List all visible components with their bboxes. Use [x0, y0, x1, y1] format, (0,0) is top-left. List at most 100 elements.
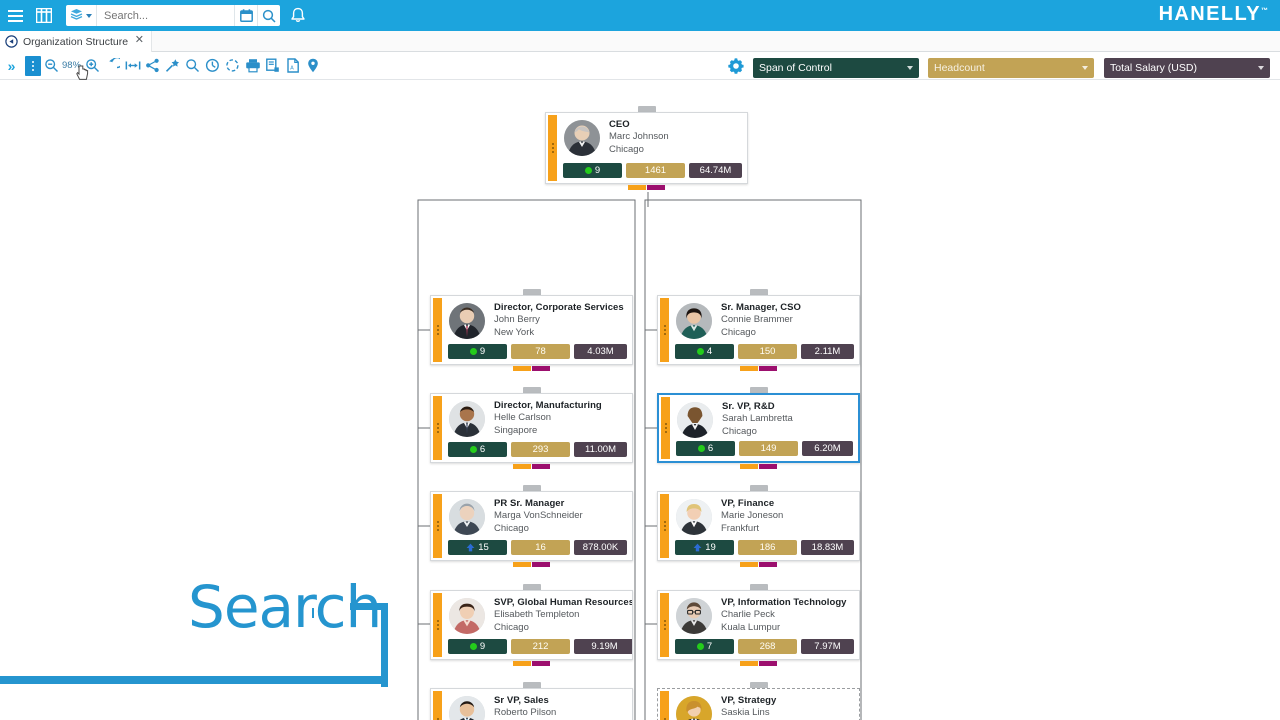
accent-magenta-bar — [647, 185, 665, 190]
metric-total-salary[interactable]: 878.00K — [574, 540, 627, 555]
metric-headcount[interactable]: 212 — [511, 639, 570, 654]
metric-headcount[interactable]: 78 — [511, 344, 570, 359]
node-drag-handle[interactable] — [433, 494, 442, 558]
org-node-root[interactable]: CEO Marc Johnson Chicago 9 1461 64.74M — [545, 106, 748, 190]
metric-headcount[interactable]: 186 — [738, 540, 797, 555]
org-node-right-0[interactable]: Sr. Manager, CSO Connie Brammer Chicago … — [657, 289, 860, 371]
org-node-right-4[interactable]: VP, Strategy Saskia Lins Chicago - 1 150… — [657, 682, 860, 720]
filter-span-of-control[interactable]: Span of Control — [753, 58, 919, 78]
org-chart-canvas[interactable]: CEO Marc Johnson Chicago 9 1461 64.74M D… — [0, 80, 1280, 720]
org-node-left-0[interactable]: Director, Corporate Services John Berry … — [430, 289, 633, 371]
search-scope-selector[interactable] — [66, 5, 96, 26]
clock-history-icon[interactable] — [203, 56, 222, 76]
metric-headcount[interactable]: 16 — [511, 540, 570, 555]
kebab-menu-icon[interactable] — [25, 55, 41, 76]
search-input[interactable] — [96, 5, 234, 26]
share-icon[interactable] — [143, 56, 162, 76]
panel-layout-icon[interactable] — [30, 0, 58, 31]
org-node-right-3[interactable]: VP, Information Technology Charlie Peck … — [657, 584, 860, 666]
search-magnifier-icon[interactable] — [183, 56, 202, 76]
metric-headcount[interactable]: 293 — [511, 442, 570, 457]
metric-span-of-control[interactable]: 9 — [563, 163, 622, 178]
magic-wand-icon[interactable] — [163, 56, 182, 76]
metric-total-salary[interactable]: 6.20M — [802, 441, 853, 456]
search-icon[interactable] — [257, 5, 280, 26]
metric-total-salary[interactable]: 64.74M — [689, 163, 742, 178]
zoom-in-icon[interactable] — [83, 56, 102, 76]
metric-headcount[interactable]: 149 — [739, 441, 798, 456]
node-text-block: VP, Finance Marie Joneson Frankfurt — [721, 498, 853, 535]
metric-total-salary[interactable]: 7.97M — [801, 639, 854, 654]
tab-bar: Organization Structure ✕ — [0, 31, 1280, 52]
org-node-left-3[interactable]: SVP, Global Human Resources Elisabeth Te… — [430, 584, 633, 666]
node-drag-handle[interactable] — [661, 397, 670, 459]
node-drag-handle[interactable] — [433, 593, 442, 657]
filter-total-salary[interactable]: Total Salary (USD) — [1104, 58, 1270, 78]
node-card[interactable]: Sr. Manager, CSO Connie Brammer Chicago … — [657, 295, 860, 365]
org-node-left-2[interactable]: PR Sr. Manager Marga VonSchneider Chicag… — [430, 485, 633, 567]
notification-bell-icon[interactable] — [290, 7, 306, 24]
metric-total-salary[interactable]: 4.03M — [574, 344, 627, 359]
metric-total-salary[interactable]: 11.00M — [574, 442, 627, 457]
node-drag-handle[interactable] — [548, 115, 557, 181]
node-card-selected[interactable]: Sr. VP, R&D Sarah Lambretta Chicago 6 14… — [657, 393, 860, 463]
node-drag-handle[interactable] — [660, 691, 669, 720]
accent-orange-bar — [628, 185, 646, 190]
org-node-left-1[interactable]: Director, Manufacturing Helle Carlson Si… — [430, 387, 633, 469]
filter-headcount[interactable]: Headcount — [928, 58, 1094, 78]
calendar-icon[interactable] — [234, 5, 257, 26]
chevron-down-icon — [1258, 66, 1264, 70]
node-title: Sr. Manager, CSO — [721, 302, 801, 313]
zoom-out-icon[interactable] — [42, 56, 61, 76]
fit-width-icon[interactable] — [123, 56, 142, 76]
zoom-level-label[interactable]: 98% — [62, 60, 81, 71]
node-card-dashed[interactable]: VP, Strategy Saskia Lins Chicago - 1 150… — [657, 688, 860, 720]
metric-span-of-control[interactable]: 19 — [675, 540, 734, 555]
metric-total-salary[interactable]: 9.19M — [574, 639, 632, 654]
metric-span-of-control[interactable]: 4 — [675, 344, 734, 359]
node-card[interactable]: SVP, Global Human Resources Elisabeth Te… — [430, 590, 633, 660]
node-drag-handle[interactable] — [660, 593, 669, 657]
node-card[interactable]: Sr VP, Sales Roberto Pilson Chicago 6 84… — [430, 688, 633, 720]
map-pin-icon[interactable] — [303, 56, 322, 76]
hamburger-menu-icon[interactable] — [0, 0, 30, 31]
tab-organization-structure[interactable]: Organization Structure ✕ — [0, 31, 152, 52]
node-card[interactable]: Director, Corporate Services John Berry … — [430, 295, 633, 365]
report-export-icon[interactable] — [263, 56, 282, 76]
node-card[interactable]: VP, Information Technology Charlie Peck … — [657, 590, 860, 660]
org-node-right-2[interactable]: VP, Finance Marie Joneson Frankfurt 19 1… — [657, 485, 860, 567]
metric-headcount[interactable]: 150 — [738, 344, 797, 359]
node-drag-handle[interactable] — [433, 396, 442, 460]
org-node-right-1[interactable]: Sr. VP, R&D Sarah Lambretta Chicago 6 14… — [657, 387, 860, 469]
node-card[interactable]: VP, Finance Marie Joneson Frankfurt 19 1… — [657, 491, 860, 561]
node-card[interactable]: Director, Manufacturing Helle Carlson Si… — [430, 393, 633, 463]
metric-span-of-control[interactable]: 15 — [448, 540, 507, 555]
metric-total-salary[interactable]: 18.83M — [801, 540, 854, 555]
close-icon[interactable]: ✕ — [135, 35, 144, 46]
metric-span-of-control[interactable]: 6 — [448, 442, 507, 457]
pdf-document-icon[interactable]: A — [283, 56, 302, 76]
node-drag-handle[interactable] — [433, 298, 442, 362]
metric-span-of-control[interactable]: 7 — [675, 639, 734, 654]
metric-span-of-control[interactable]: 9 — [448, 344, 507, 359]
print-icon[interactable] — [243, 56, 262, 76]
org-node-left-4[interactable]: Sr VP, Sales Roberto Pilson Chicago 6 84… — [430, 682, 633, 720]
expand-toolbar-button[interactable]: » — [3, 59, 20, 73]
settings-gear-icon[interactable] — [727, 57, 745, 75]
metric-headcount[interactable]: 268 — [738, 639, 797, 654]
undo-icon[interactable] — [103, 56, 122, 76]
node-drag-handle[interactable] — [660, 298, 669, 362]
metric-span-of-control[interactable]: 6 — [676, 441, 735, 456]
play-circle-icon — [5, 35, 18, 48]
node-card[interactable]: PR Sr. Manager Marga VonSchneider Chicag… — [430, 491, 633, 561]
node-drag-handle[interactable] — [433, 691, 442, 720]
metric-headcount[interactable]: 1461 — [626, 163, 685, 178]
node-drag-handle[interactable] — [660, 494, 669, 558]
node-body: Sr. VP, R&D Sarah Lambretta Chicago 6 14… — [670, 395, 858, 461]
node-card[interactable]: CEO Marc Johnson Chicago 9 1461 64.74M — [545, 112, 748, 184]
accent-magenta-bar — [532, 661, 550, 666]
circle-refresh-icon[interactable] — [223, 56, 242, 76]
metric-total-salary[interactable]: 2.11M — [801, 344, 854, 359]
metric-span-of-control[interactable]: 9 — [448, 639, 507, 654]
metric-span-value: 9 — [594, 165, 601, 176]
